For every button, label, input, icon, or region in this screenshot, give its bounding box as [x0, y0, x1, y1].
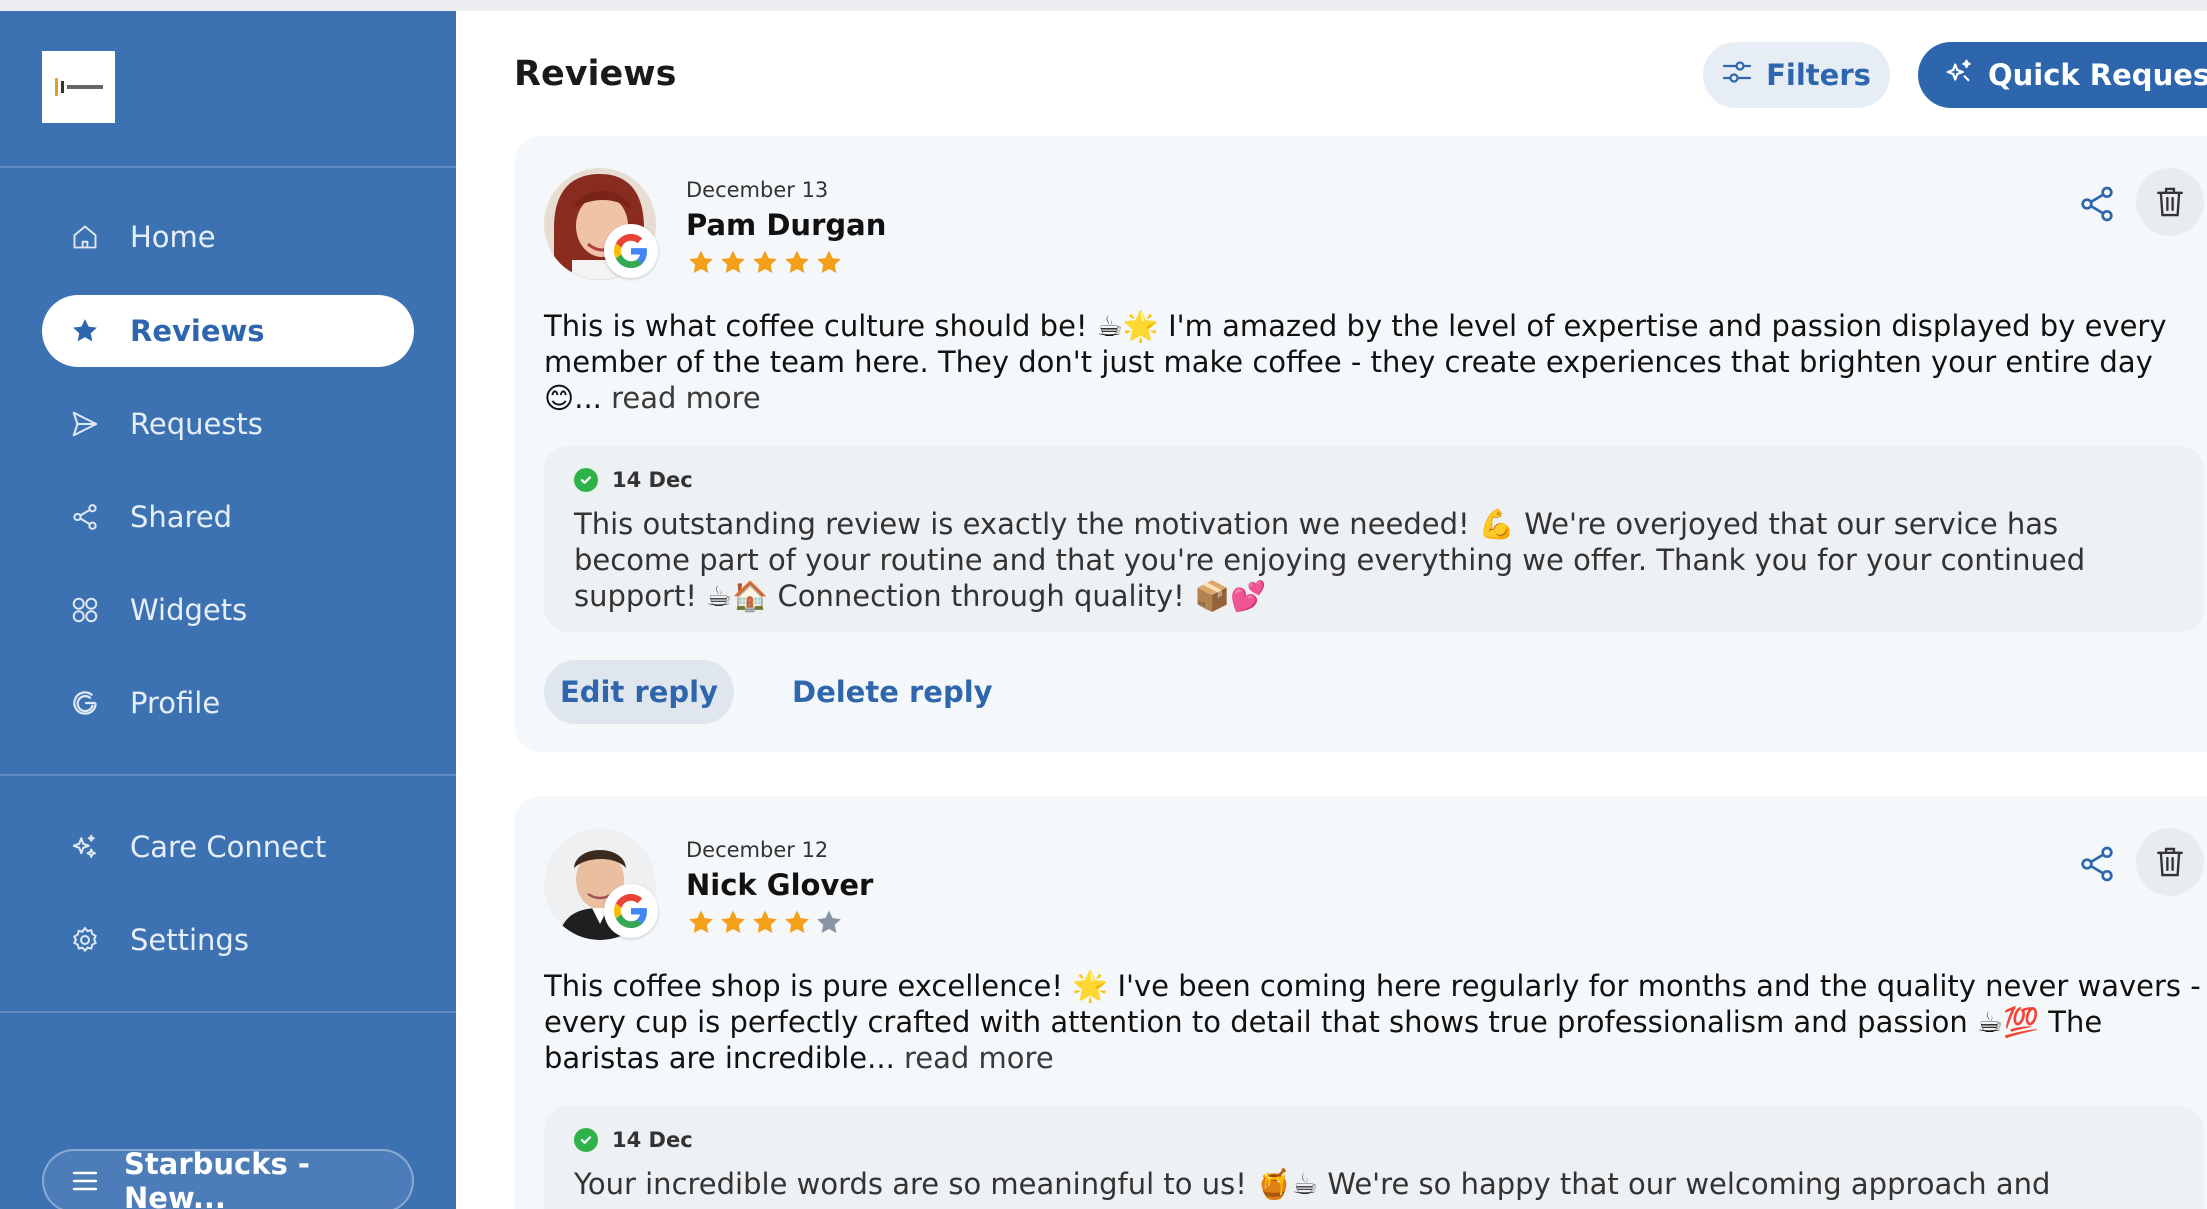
- logo-mark: [54, 78, 103, 96]
- sidebar-item-label: Home: [130, 220, 216, 254]
- share-icon[interactable]: [2069, 836, 2125, 892]
- filters-button[interactable]: Filters: [1703, 42, 1890, 108]
- reply-text: Your incredible words are so meaningful …: [574, 1167, 2051, 1201]
- star-filled-icon: [785, 250, 809, 273]
- sidebar-item-label: Settings: [130, 923, 249, 957]
- owner-reply: 14 Dec Your incredible words are so mean…: [544, 1106, 2204, 1209]
- star-filled-icon: [721, 250, 745, 273]
- sidebar-item-settings[interactable]: Settings: [42, 904, 414, 976]
- page-title: Reviews: [514, 54, 677, 94]
- star-filled-icon: [689, 250, 713, 273]
- reviewer-avatar[interactable]: [544, 828, 658, 940]
- google-icon: [70, 688, 100, 718]
- sparkle-icon: [70, 832, 100, 862]
- sidebar-item-home[interactable]: Home: [42, 201, 414, 273]
- reply-date: 14 Dec: [612, 1128, 693, 1152]
- review-text: This coffee shop is pure excellence! 🌟 I…: [544, 968, 2204, 1076]
- trash-icon[interactable]: [2136, 168, 2204, 236]
- top-strip: [0, 0, 2207, 11]
- sidebar-item-label: Widgets: [130, 593, 248, 627]
- review-card: December 12 Nick Glover This coffee shop…: [514, 796, 2207, 1209]
- sidebar-item-care-connect[interactable]: Care Connect: [42, 811, 414, 883]
- star-empty-icon: [817, 910, 841, 933]
- star-filled-icon: [689, 910, 713, 933]
- google-badge-icon: [604, 884, 658, 938]
- sidebar-item-widgets[interactable]: Widgets: [42, 574, 414, 646]
- filters-icon: [1722, 58, 1752, 92]
- review-text: This is what coffee culture should be! ☕…: [544, 308, 2204, 416]
- sidebar-item-label: Requests: [130, 407, 263, 441]
- sidebar-item-profile[interactable]: Profile: [42, 667, 414, 739]
- sparkle-icon: [1944, 57, 1974, 94]
- store-selector-label: Starbucks - New...: [124, 1147, 310, 1209]
- star-filled-icon: [721, 910, 745, 933]
- menu-icon: [72, 1170, 98, 1192]
- review-card: December 13 Pam Durgan This is what coff…: [514, 136, 2207, 752]
- sidebar-item-reviews[interactable]: Reviews: [42, 295, 414, 367]
- star-filled-icon: [817, 250, 841, 273]
- check-icon: [574, 1128, 598, 1152]
- gear-icon: [70, 925, 100, 955]
- review-date: December 12: [686, 838, 829, 862]
- send-icon: [70, 409, 100, 439]
- quick-request-button[interactable]: Quick Request: [1918, 42, 2207, 108]
- quick-request-label: Quick Request: [1988, 58, 2207, 92]
- sidebar-item-requests[interactable]: Requests: [42, 388, 414, 460]
- read-more-link[interactable]: read more: [611, 381, 761, 415]
- delete-reply-button[interactable]: Delete reply: [792, 660, 993, 724]
- sidebar-divider: [0, 1011, 456, 1013]
- sidebar-divider: [0, 166, 456, 168]
- reply-text: This outstanding review is exactly the m…: [574, 507, 2086, 613]
- sidebar-divider: [0, 774, 456, 776]
- review-body: This coffee shop is pure excellence! 🌟 I…: [544, 969, 2201, 1075]
- sidebar-item-shared[interactable]: Shared: [42, 481, 414, 553]
- brand-logo[interactable]: [42, 51, 115, 123]
- check-icon: [574, 468, 598, 492]
- filters-label: Filters: [1766, 58, 1871, 92]
- owner-reply: 14 Dec This outstanding review is exactl…: [544, 446, 2204, 632]
- edit-reply-button[interactable]: Edit reply: [544, 660, 734, 724]
- sidebar-item-label: Profile: [130, 686, 221, 720]
- widgets-icon: [70, 595, 100, 625]
- trash-icon[interactable]: [2136, 828, 2204, 896]
- reviewer-name: Nick Glover: [686, 868, 874, 902]
- reviewer-name: Pam Durgan: [686, 208, 887, 242]
- sidebar-item-label: Reviews: [130, 314, 265, 348]
- share-icon: [70, 502, 100, 532]
- reply-date-row: 14 Dec: [574, 1128, 693, 1152]
- star-icon: [70, 316, 100, 346]
- home-icon: [70, 222, 100, 252]
- review-date: December 13: [686, 178, 829, 202]
- star-rating: [686, 908, 844, 938]
- review-body: This is what coffee culture should be! ☕…: [544, 309, 2167, 415]
- reply-date: 14 Dec: [612, 468, 693, 492]
- store-selector-button[interactable]: Starbucks - New...: [42, 1147, 414, 1209]
- reply-date-row: 14 Dec: [574, 468, 693, 492]
- sidebar-item-label: Care Connect: [130, 830, 327, 864]
- sidebar: Home Reviews Requests Shared Widgets Pro…: [0, 11, 456, 1209]
- share-icon[interactable]: [2069, 176, 2125, 232]
- google-badge-icon: [604, 224, 658, 278]
- star-rating: [686, 248, 844, 278]
- star-filled-icon: [785, 910, 809, 933]
- star-filled-icon: [753, 250, 777, 273]
- reviewer-avatar[interactable]: [544, 168, 658, 280]
- sidebar-item-label: Shared: [130, 500, 233, 534]
- star-filled-icon: [753, 910, 777, 933]
- read-more-link[interactable]: read more: [904, 1041, 1054, 1075]
